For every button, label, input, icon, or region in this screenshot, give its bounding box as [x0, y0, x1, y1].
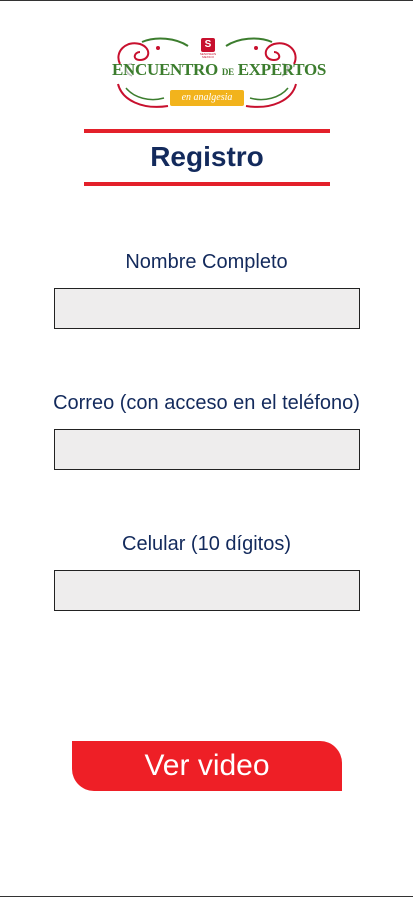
phone-field[interactable] [54, 570, 360, 611]
email-label: Correo (con acceso en el teléfono) [53, 392, 360, 414]
brand-emblem-caption: SENOSIAIN MEXICO [199, 52, 217, 59]
name-field[interactable] [54, 288, 360, 329]
title-bottom-divider [84, 182, 330, 186]
logo-title-de: DE [221, 67, 234, 77]
phone-label: Celular (10 dígitos) [122, 533, 291, 555]
title-top-divider [84, 129, 330, 133]
page-title: Registro [150, 141, 264, 172]
name-label: Nombre Completo [125, 251, 288, 273]
top-border [0, 0, 413, 1]
brand-emblem: S [201, 38, 215, 52]
logo-title: ENCUENTRO DE EXPERTOS [112, 60, 326, 80]
event-logo: S SENOSIAIN MEXICO ENCUENTRO DE EXPERTOS… [112, 34, 326, 118]
watch-video-button[interactable]: Ver video [72, 741, 342, 791]
bottom-border [0, 896, 413, 897]
email-field[interactable] [54, 429, 360, 470]
logo-title-part2: EXPERTOS [237, 60, 327, 79]
logo-banner: en analgesia [170, 90, 244, 106]
logo-title-part1: ENCUENTRO [112, 60, 218, 79]
